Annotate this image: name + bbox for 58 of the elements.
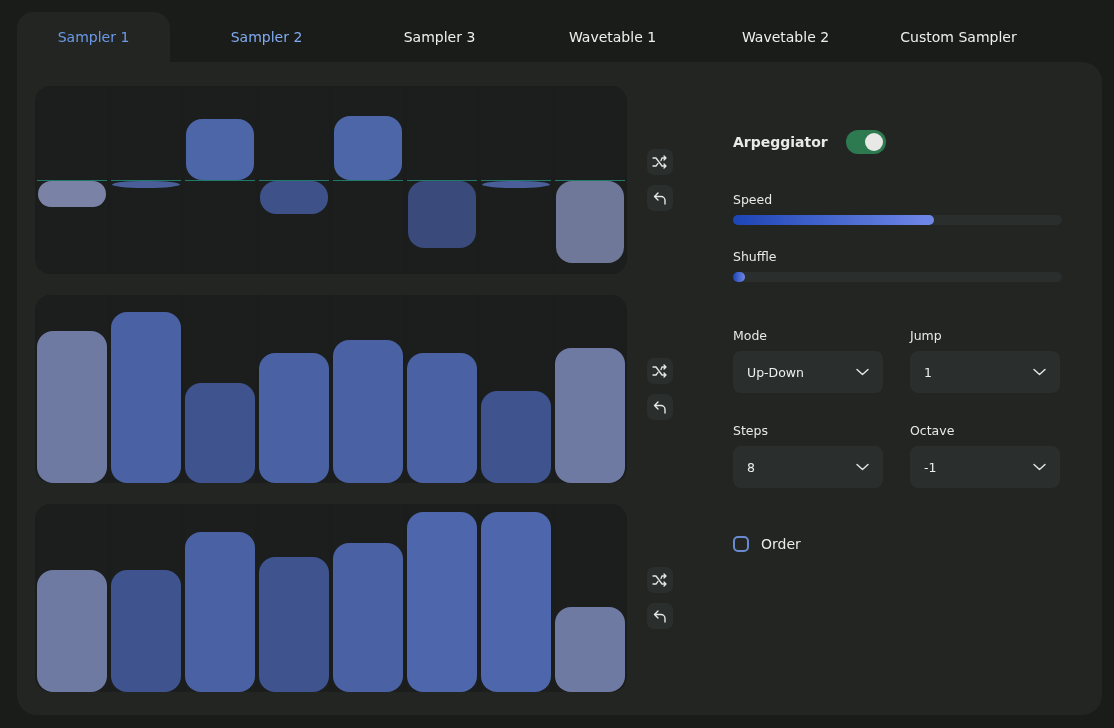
- dropdown[interactable]: Up-Down: [733, 351, 883, 393]
- step-bar[interactable]: [407, 353, 477, 483]
- checkbox-label: Order: [761, 536, 801, 552]
- chevron-down-icon: [1033, 463, 1046, 471]
- step-bar[interactable]: [37, 569, 107, 692]
- dropdown[interactable]: 1: [910, 351, 1060, 393]
- step-bar[interactable]: [260, 180, 328, 215]
- step-bar[interactable]: [334, 115, 402, 180]
- dropdown[interactable]: 8: [733, 446, 883, 488]
- step-bar[interactable]: [482, 180, 550, 188]
- step-bar[interactable]: [333, 543, 403, 692]
- undo-icon: [653, 400, 667, 414]
- chevron-down-icon: [856, 368, 869, 376]
- dropdown-label: Steps: [733, 423, 769, 438]
- step-bar[interactable]: [408, 180, 476, 249]
- step-bar[interactable]: [259, 353, 329, 483]
- tab[interactable]: Sampler 3: [363, 12, 516, 62]
- step-bar[interactable]: [259, 556, 329, 692]
- undo-icon: [653, 191, 667, 205]
- step-bar[interactable]: [186, 119, 254, 180]
- toggle-switch[interactable]: [845, 130, 886, 154]
- slider-label: Speed: [733, 192, 774, 207]
- tab[interactable]: Custom Sampler: [882, 12, 1035, 62]
- dropdown[interactable]: -1: [910, 446, 1060, 488]
- slider-track[interactable]: [733, 215, 1062, 225]
- step-bar[interactable]: [111, 569, 181, 692]
- undo-button[interactable]: [647, 185, 673, 211]
- step-bar[interactable]: [185, 383, 255, 483]
- step-bar[interactable]: [38, 180, 106, 207]
- shuffle-button[interactable]: [647, 358, 673, 384]
- step-bar[interactable]: [555, 607, 625, 692]
- dropdown-label: Mode: [733, 328, 769, 343]
- tab[interactable]: Sampler 1: [17, 12, 170, 62]
- step-bar[interactable]: [37, 330, 107, 483]
- undo-button[interactable]: [647, 394, 673, 420]
- undo-icon: [653, 609, 667, 623]
- step-bar[interactable]: [112, 180, 180, 188]
- slider-track[interactable]: [733, 272, 1062, 282]
- undo-button[interactable]: [647, 603, 673, 629]
- shuffle-icon: [652, 155, 668, 169]
- shuffle-icon: [652, 573, 668, 587]
- checkbox[interactable]: [733, 536, 749, 552]
- step-bar[interactable]: [556, 180, 624, 264]
- tab[interactable]: Sampler 2: [190, 12, 343, 62]
- step-bar[interactable]: [555, 347, 625, 483]
- dropdown-label: Octave: [910, 423, 956, 438]
- shuffle-button[interactable]: [647, 149, 673, 175]
- chevron-down-icon: [856, 463, 869, 471]
- step-bar[interactable]: [333, 340, 403, 483]
- shuffle-icon: [652, 364, 668, 378]
- step-bar[interactable]: [481, 390, 551, 483]
- tab[interactable]: Wavetable 1: [536, 12, 689, 62]
- section-title: Arpeggiator: [733, 134, 828, 150]
- dropdown-label: Jump: [910, 328, 943, 343]
- shuffle-button[interactable]: [647, 567, 673, 593]
- slider-label: Shuffle: [733, 249, 778, 264]
- tab[interactable]: Wavetable 2: [709, 12, 862, 62]
- chevron-down-icon: [1033, 368, 1046, 376]
